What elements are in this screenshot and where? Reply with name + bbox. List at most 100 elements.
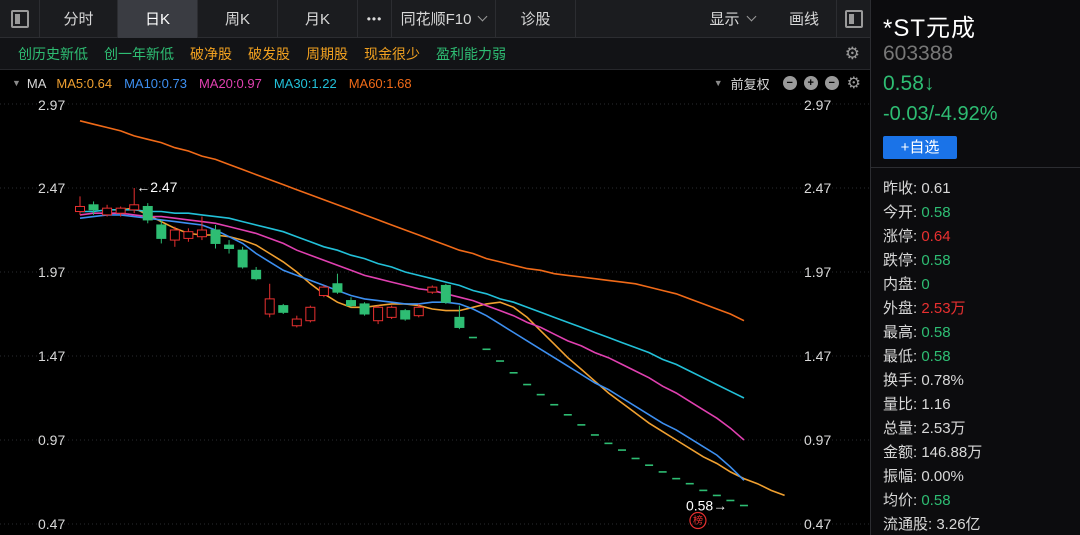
candle-up (75, 205, 85, 213)
stat-label: 外盘: (883, 300, 918, 317)
stat-row: 昨收: 0.61 (883, 177, 951, 198)
tag-below-book[interactable]: 破净股 (190, 44, 232, 64)
gear-icon[interactable]: ⚙ (845, 44, 860, 64)
add-watchlist-button[interactable]: +自选 (883, 136, 957, 159)
candle-up (169, 229, 180, 241)
stock-tag-bar: 创历史新低 创一年新低 破净股 破发股 周期股 现金很少 盈利能力弱 ⚙ (0, 38, 870, 70)
tab-monthly-k[interactable]: 月K (278, 0, 358, 38)
y-tick-label-right: 0.97 (804, 432, 831, 448)
stat-row: 振幅: 0.00% (883, 465, 964, 486)
stat-value: 0.00% (917, 468, 964, 485)
stat-row: 跌停: 0.58 (883, 249, 951, 270)
low-price-marker: 0.58→ (686, 498, 727, 514)
ma-indicator-bar: ▼ MA MA5:0.64 MA10:0.73 MA20:0.97 MA30:1… (0, 72, 870, 94)
rank-badge-text: 榜 (693, 514, 703, 527)
candle-down (251, 269, 262, 280)
high-price-marker: ←2.47 (136, 179, 177, 195)
stock-code: 603388 (883, 42, 954, 65)
candle-up (291, 318, 302, 327)
stock-header: *ST元成 603388 0.58↓ -0.03/-4.92% +自选 (871, 0, 1080, 168)
tag-low-cash[interactable]: 现金很少 (364, 44, 420, 64)
tag-below-ipo[interactable]: 破发股 (248, 44, 290, 64)
y-tick-label-left: 2.47 (38, 180, 65, 196)
stat-label: 量比: (883, 396, 918, 413)
tab-weekly-k[interactable]: 周K (198, 0, 278, 38)
tab-daily-k[interactable]: 日K (118, 0, 198, 38)
collapse-triangle-icon[interactable]: ▼ (12, 78, 21, 88)
candle-up (318, 286, 329, 297)
tag-historic-low[interactable]: 创历史新低 (18, 44, 88, 64)
zoom-minus-button[interactable]: − (782, 76, 797, 90)
stock-name: *ST元成 (883, 15, 977, 42)
stat-row: 量比: 1.16 (883, 393, 951, 414)
stat-row: 金额: 146.88万 (883, 441, 982, 462)
candle-down (278, 305, 289, 313)
stat-row: 内盘: 0 (883, 273, 930, 294)
tag-weak-profit[interactable]: 盈利能力弱 (436, 44, 506, 64)
ma10-value: MA10:0.73 (124, 75, 187, 91)
stat-value: 0.58 (917, 204, 951, 221)
stat-label: 跌停: (883, 252, 918, 269)
adjust-mode-label[interactable]: 前复权 (731, 74, 770, 93)
stat-label: 今开: (883, 204, 918, 221)
stat-row: 换手: 0.78% (883, 369, 964, 390)
candle-down (237, 249, 248, 268)
stat-label: 涨停: (883, 228, 918, 245)
y-tick-label-left: 0.97 (38, 432, 65, 448)
panel-toggle-button[interactable] (0, 0, 40, 38)
y-tick-label-left: 1.97 (38, 264, 65, 280)
tag-year-low[interactable]: 创一年新低 (104, 44, 174, 64)
fullscreen-toggle-button[interactable] (836, 0, 870, 38)
stat-value: 2.53万 (917, 420, 966, 437)
candle-down (142, 205, 153, 221)
tag-cyclical[interactable]: 周期股 (306, 44, 348, 64)
price-change: -0.03/-4.92% (883, 103, 998, 125)
stat-row: 总量: 2.53万 (883, 417, 966, 438)
indicator-name[interactable]: MA (27, 76, 47, 91)
current-price: 0.58↓ (883, 72, 935, 95)
stat-label: 最低: (883, 348, 918, 365)
stat-value: 0.58 (917, 252, 951, 269)
stat-value: 0.58 (917, 324, 951, 341)
stat-value: 3.26亿 (932, 516, 981, 533)
y-tick-label-right: 1.97 (804, 264, 831, 280)
candle-down (332, 283, 343, 293)
stat-value: 0.61 (917, 180, 951, 197)
candle-up (386, 306, 397, 318)
zoom-out-button[interactable]: − (824, 76, 839, 90)
chart-toolbar: 分时 日K 周K 月K ••• 同花顺F10 诊股 显示 画线 (0, 0, 870, 38)
display-dropdown[interactable]: 显示 (692, 0, 772, 38)
zoom-plus-button[interactable]: + (803, 76, 818, 90)
f10-label: 同花顺F10 (400, 11, 472, 28)
y-tick-label-right: 1.47 (804, 348, 831, 364)
stat-label: 均价: (883, 492, 918, 509)
stat-label: 换手: (883, 372, 918, 389)
panel-toggle-icon (844, 9, 863, 28)
stat-label: 总量: (883, 420, 918, 437)
stat-value: 2.53万 (917, 300, 966, 317)
kline-chart[interactable]: 2.97 2.97 2.47 2.47 1.97 1.97 1.47 1.47 0.97 0.97… (0, 94, 870, 535)
candle-up (413, 306, 424, 317)
candle-up (427, 286, 438, 293)
f10-dropdown[interactable]: 同花顺F10 (392, 0, 496, 38)
stat-label: 昨收: (883, 180, 918, 197)
rank-badge-icon[interactable]: 榜 (689, 511, 707, 530)
stat-value: 0.58 (917, 492, 951, 509)
stat-label: 振幅: (883, 468, 918, 485)
stat-row: 涨停: 0.64 (883, 225, 951, 246)
stat-value: 0 (917, 276, 930, 293)
more-menu-button[interactable]: ••• (358, 0, 392, 38)
diagnose-button[interactable]: 诊股 (496, 0, 576, 38)
tab-intraday[interactable]: 分时 (40, 0, 118, 38)
adjust-triangle-icon[interactable]: ▼ (714, 78, 723, 88)
y-tick-label-right: 2.47 (804, 180, 831, 196)
stat-row: 最低: 0.58 (883, 345, 951, 366)
stat-value: 1.16 (917, 396, 951, 413)
ma60-value: MA60:1.68 (348, 75, 412, 91)
y-tick-label-left: 1.47 (38, 348, 65, 364)
stat-label: 流通股: (883, 516, 933, 533)
stat-row: 最高: 0.58 (883, 321, 951, 342)
draw-line-button[interactable]: 画线 (772, 0, 836, 38)
gear-icon[interactable]: ⚙ (847, 73, 861, 93)
stat-label: 最高: (883, 324, 918, 341)
